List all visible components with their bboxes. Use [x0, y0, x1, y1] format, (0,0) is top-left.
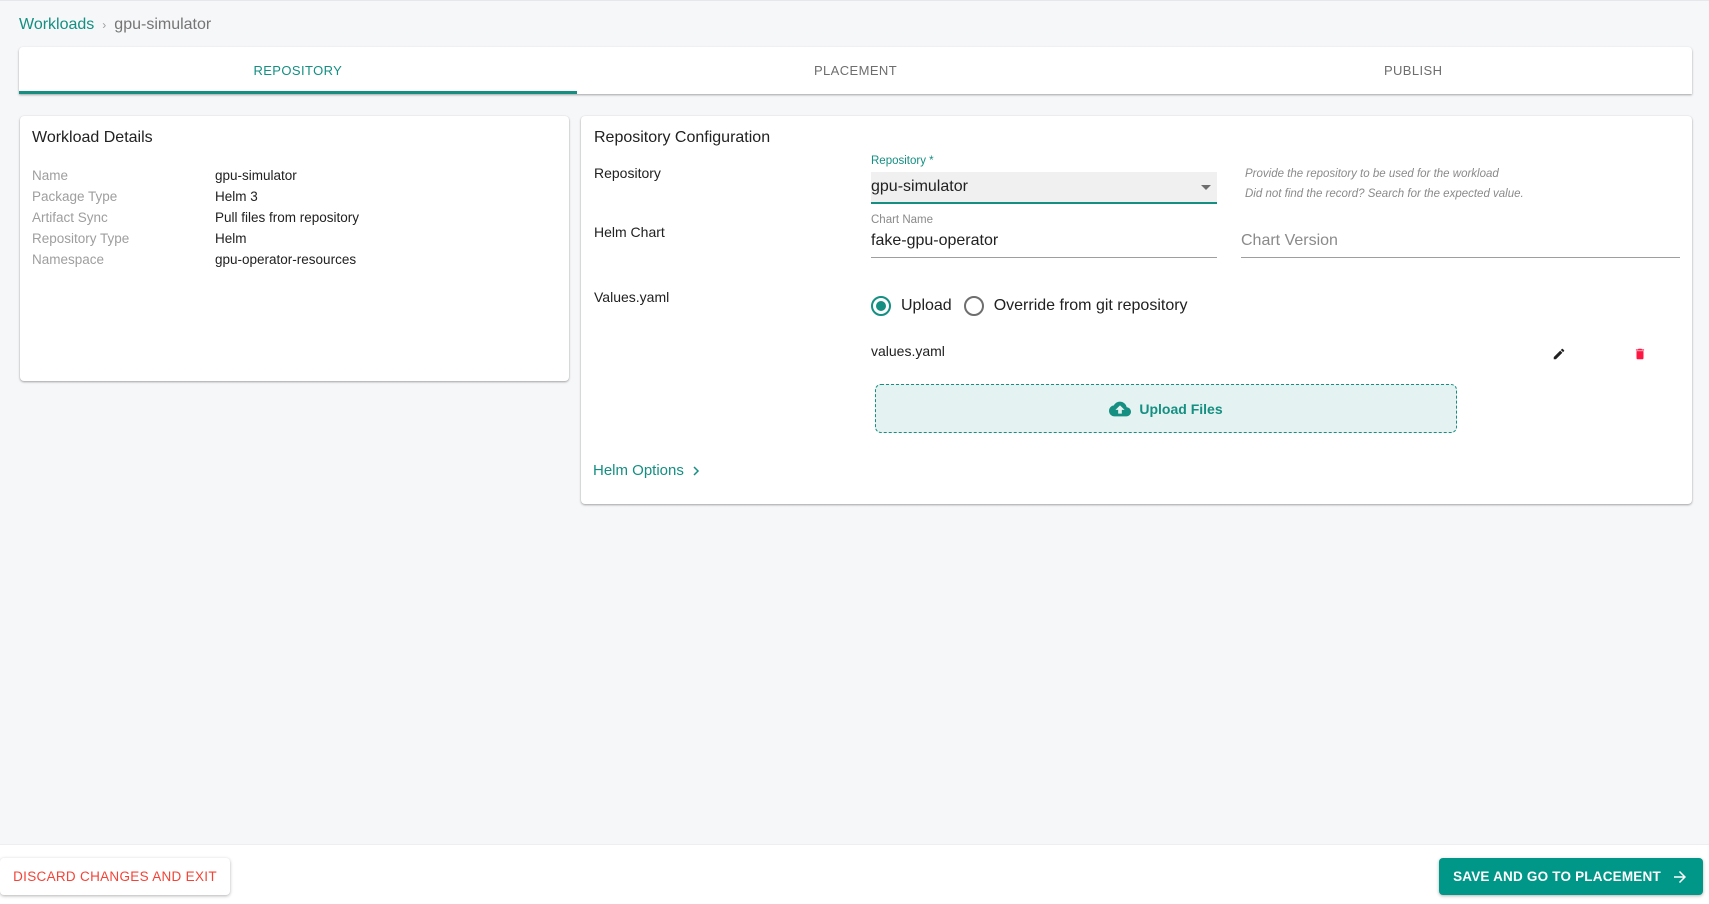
- upload-files-dropzone[interactable]: Upload Files: [875, 384, 1457, 433]
- detail-label: Name: [32, 168, 69, 183]
- detail-row-package-type: Package Type Helm 3: [32, 186, 359, 207]
- detail-value: Pull files from repository: [215, 210, 360, 225]
- workload-details-list: Name gpu-simulator Package Type Helm 3 A…: [32, 165, 359, 270]
- edit-file-button[interactable]: [1549, 344, 1569, 364]
- detail-label: Namespace: [32, 252, 105, 267]
- repository-hint: Provide the repository to be used for th…: [1245, 168, 1499, 180]
- detail-row-name: Name gpu-simulator: [32, 165, 359, 186]
- chart-version-input[interactable]: Chart Version: [1241, 228, 1680, 258]
- cloud-upload-icon: [1109, 401, 1132, 416]
- footer-bar: DISCARD CHANGES AND EXIT SAVE AND GO TO …: [0, 844, 1709, 904]
- workload-details-title: Workload Details: [32, 129, 153, 146]
- repository-field-label: Repository *: [871, 155, 934, 167]
- chart-name-label: Chart Name: [871, 214, 933, 226]
- repository-section-label: Repository: [594, 165, 661, 181]
- values-yaml-section-label: Values.yaml: [594, 289, 670, 305]
- workload-details-card: Workload Details Name gpu-simulator Pack…: [20, 116, 569, 381]
- chart-name-value: fake-gpu-operator: [871, 232, 999, 249]
- repository-select[interactable]: gpu-simulator: [871, 172, 1217, 204]
- detail-row-repository-type: Repository Type Helm: [32, 228, 359, 249]
- radio-upload[interactable]: Upload: [871, 296, 952, 316]
- discard-changes-button[interactable]: DISCARD CHANGES AND EXIT: [0, 858, 230, 895]
- pencil-icon: [1553, 348, 1565, 360]
- repository-search-hint: Did not find the record? Search for the …: [1245, 188, 1524, 200]
- breadcrumb-separator: ›: [102, 18, 107, 32]
- uploaded-file-name: values.yaml: [871, 343, 945, 359]
- arrow-right-icon: [1673, 870, 1686, 883]
- trash-icon: [1635, 348, 1645, 360]
- repository-configuration-title: Repository Configuration: [594, 129, 771, 146]
- detail-value: Helm 3: [215, 189, 258, 204]
- radio-checked-icon: [871, 296, 891, 316]
- detail-value: gpu-simulator: [215, 168, 297, 183]
- values-source-radio-group: Upload Override from git repository: [871, 296, 1200, 316]
- radio-override-git-label: Override from git repository: [993, 297, 1188, 314]
- repository-select-value: gpu-simulator: [871, 178, 968, 195]
- detail-row-namespace: Namespace gpu-operator-resources: [32, 249, 359, 270]
- tab-publish[interactable]: PUBLISH: [1134, 47, 1692, 94]
- breadcrumb: Workloads › gpu-simulator: [19, 16, 211, 34]
- breadcrumb-workloads-link[interactable]: Workloads: [19, 16, 94, 34]
- chart-name-input[interactable]: fake-gpu-operator: [871, 228, 1217, 258]
- radio-override-git[interactable]: Override from git repository: [963, 296, 1188, 316]
- save-and-go-to-placement-button[interactable]: SAVE AND GO TO PLACEMENT: [1439, 858, 1703, 895]
- helm-options-label: Helm Options: [593, 462, 684, 479]
- helm-chart-section-label: Helm Chart: [594, 224, 665, 240]
- radio-unchecked-icon: [963, 296, 984, 316]
- breadcrumb-current: gpu-simulator: [114, 16, 212, 33]
- detail-label: Repository Type: [32, 231, 130, 246]
- detail-label: Artifact Sync: [32, 210, 108, 225]
- tab-repository[interactable]: REPOSITORY: [19, 47, 577, 94]
- dropdown-arrow-icon: [1201, 185, 1211, 190]
- upload-files-label: Upload Files: [1139, 400, 1223, 417]
- helm-options-toggle[interactable]: Helm Options: [593, 462, 702, 479]
- tab-placement[interactable]: PLACEMENT: [577, 47, 1135, 94]
- delete-file-button[interactable]: [1630, 344, 1650, 364]
- chart-version-placeholder: Chart Version: [1241, 232, 1338, 249]
- chevron-right-icon: [693, 465, 699, 476]
- repository-configuration-card: Repository Configuration Repository Repo…: [581, 116, 1692, 504]
- detail-row-artifact-sync: Artifact Sync Pull files from repository: [32, 207, 359, 228]
- detail-value: Helm: [215, 231, 247, 246]
- radio-upload-label: Upload: [901, 297, 952, 314]
- step-tabs: REPOSITORY PLACEMENT PUBLISH: [19, 47, 1692, 94]
- detail-label: Package Type: [32, 189, 118, 204]
- save-button-label: SAVE AND GO TO PLACEMENT: [1453, 869, 1661, 884]
- detail-value: gpu-operator-resources: [215, 252, 357, 267]
